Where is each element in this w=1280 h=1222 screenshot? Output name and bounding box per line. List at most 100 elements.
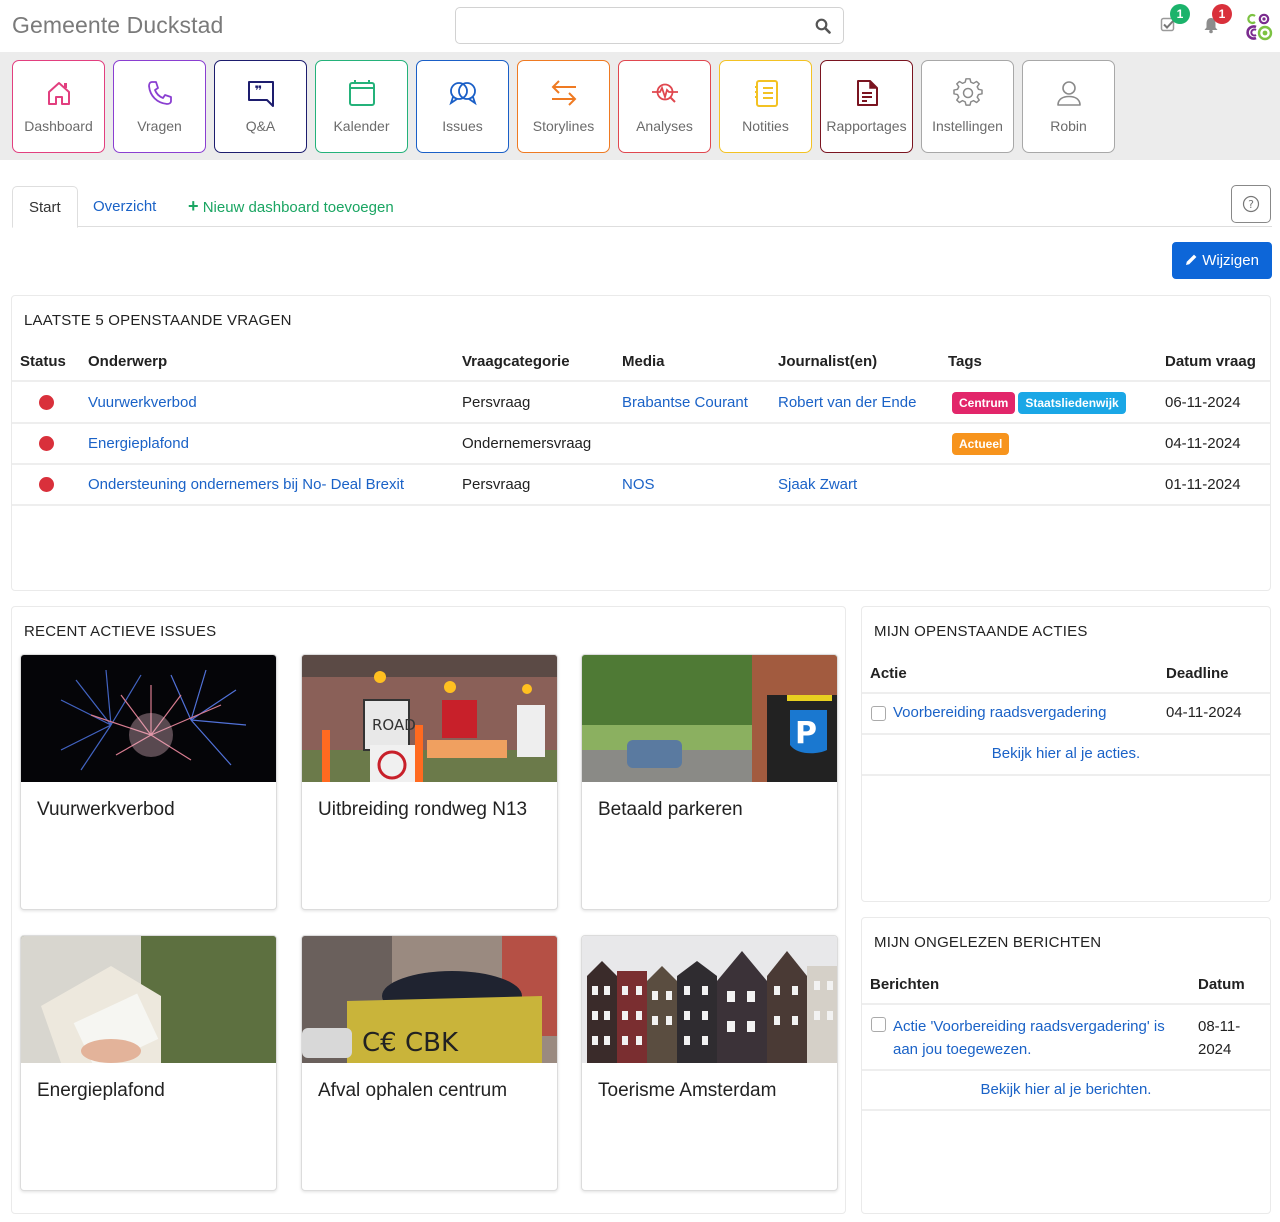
message-checkbox[interactable]: [871, 1017, 886, 1032]
message-date-line: 2024: [1198, 1041, 1232, 1058]
add-dashboard-label: Nieuw dashboard toevoegen: [202, 199, 394, 216]
message-link[interactable]: Actie 'Voorbereiding raadsvergadering' i…: [893, 1015, 1165, 1061]
notifications-badge: 1: [1212, 4, 1232, 24]
search-icon[interactable]: [815, 18, 831, 34]
table-row[interactable]: Ondersteuning ondernemers bij No- Deal B…: [12, 465, 1270, 506]
issue-card[interactable]: P Betaald parkeren: [581, 654, 838, 910]
main-navigation: Dashboard Vragen ❞ Q&A Kalender Issues S…: [0, 52, 1280, 160]
open-actions-panel: MIJN OPENSTAANDE ACTIES Actie Deadline V…: [861, 606, 1271, 902]
column-header-datum[interactable]: Datum vraag: [1165, 353, 1256, 370]
nav-kalender[interactable]: Kalender: [315, 60, 408, 153]
panel-title: MIJN ONGELEZEN BERICHTEN: [874, 934, 1102, 951]
all-messages-link[interactable]: Bekijk hier al je berichten.: [862, 1081, 1270, 1098]
table-row: Actie 'Voorbereiding raadsvergadering' i…: [862, 1005, 1270, 1071]
issue-image-road-signs: ROAD: [302, 655, 557, 782]
column-header-vraagcategorie[interactable]: Vraagcategorie: [462, 353, 570, 370]
question-category: Persvraag: [462, 476, 531, 493]
nav-label: Q&A: [245, 118, 276, 134]
question-date: 06-11-2024: [1165, 394, 1241, 411]
calendar-icon: [349, 80, 375, 106]
question-category: Persvraag: [462, 394, 531, 411]
issue-card-title: Uitbreiding rondweg N13: [318, 799, 528, 820]
journalist-link[interactable]: Sjaak Zwart: [778, 476, 857, 493]
column-header-berichten: Berichten: [870, 976, 940, 993]
nav-instellingen[interactable]: Instellingen: [921, 60, 1014, 153]
nav-label: Instellingen: [932, 118, 1003, 134]
question-subject-link[interactable]: Vuurwerkverbod: [88, 394, 197, 411]
phone-icon: [148, 81, 172, 105]
nav-rapportages[interactable]: Rapportages: [820, 60, 913, 153]
panel-title: LAATSTE 5 OPENSTAANDE VRAGEN: [24, 312, 292, 329]
table-row: Voorbereiding raadsvergadering 04-11-202…: [862, 694, 1270, 735]
tag-badge: Actueel: [952, 433, 1010, 455]
app-title: Gemeente Duckstad: [12, 12, 224, 38]
message-date: 08-11- 2024: [1198, 1015, 1240, 1061]
brand-logo-icon[interactable]: [1245, 11, 1273, 41]
column-header-status: Status: [20, 353, 66, 370]
analysis-icon: [652, 83, 678, 103]
all-actions-link[interactable]: Bekijk hier al je acties.: [862, 745, 1270, 762]
document-icon: [857, 80, 878, 106]
issue-card[interactable]: Vuurwerkverbod: [20, 654, 277, 910]
edit-button-label: Wijzigen: [1202, 252, 1259, 269]
question-date: 01-11-2024: [1165, 476, 1241, 493]
message-text-line: Actie 'Voorbereiding raadsvergadering' i…: [893, 1018, 1165, 1035]
column-header-onderwerp[interactable]: Onderwerp: [88, 353, 167, 370]
media-link[interactable]: Brabantse Courant: [622, 394, 748, 411]
svg-text:P: P: [795, 716, 817, 751]
table-row[interactable]: Vuurwerkverbod Persvraag Brabantse Coura…: [12, 383, 1270, 424]
unread-messages-panel: MIJN ONGELEZEN BERICHTEN Berichten Datum…: [861, 917, 1271, 1214]
issue-card[interactable]: Toerisme Amsterdam: [581, 935, 838, 1191]
top-bar: Gemeente Duckstad 1 1: [0, 0, 1280, 52]
action-checkbox[interactable]: [871, 706, 886, 721]
svg-text:C€ CBK: C€ CBK: [362, 1028, 459, 1058]
nav-analyses[interactable]: Analyses: [618, 60, 711, 153]
add-dashboard-tab[interactable]: + Nieuw dashboard toevoegen: [172, 186, 410, 227]
nav-notities[interactable]: Notities: [719, 60, 812, 153]
action-link[interactable]: Voorbereiding raadsvergadering: [893, 704, 1106, 721]
gear-icon: [953, 78, 983, 106]
search-box[interactable]: [455, 7, 844, 44]
journalist-link[interactable]: Robert van der Ende: [778, 394, 916, 411]
plus-icon: +: [188, 196, 199, 216]
table-row[interactable]: Energieplafond Ondernemersvraag Actueel …: [12, 424, 1270, 465]
svg-text:?: ?: [1248, 198, 1254, 211]
pencil-icon: [1186, 254, 1197, 265]
issue-card[interactable]: ROAD Uitbreiding rondweg N13: [301, 654, 558, 910]
tag-badge: Staatsliedenwijk: [1018, 392, 1126, 414]
tab-start[interactable]: Start: [12, 186, 78, 228]
issue-image-garbage-container: C€ CBK: [302, 936, 557, 1063]
issue-image-canal-houses: [582, 936, 837, 1063]
status-open-indicator: [39, 477, 54, 492]
issue-card-title: Betaald parkeren: [598, 799, 743, 820]
nav-qa[interactable]: ❞ Q&A: [214, 60, 307, 153]
nav-vragen[interactable]: Vragen: [113, 60, 206, 153]
tab-overzicht[interactable]: Overzicht: [77, 186, 172, 227]
column-header-datum: Datum: [1198, 976, 1245, 993]
dashboard-tabs: Start Overzicht + Nieuw dashboard toevoe…: [12, 186, 1272, 228]
issue-card[interactable]: Energieplafond: [20, 935, 277, 1191]
column-header-journalist[interactable]: Journalist(en): [778, 353, 877, 370]
media-link[interactable]: NOS: [622, 476, 655, 493]
nav-label: Notities: [742, 118, 789, 134]
issue-card[interactable]: C€ CBK Afval ophalen centrum: [301, 935, 558, 1191]
question-subject-link[interactable]: Ondersteuning ondernemers bij No- Deal B…: [88, 476, 404, 493]
edit-button[interactable]: Wijzigen: [1172, 242, 1272, 279]
question-subject-link[interactable]: Energieplafond: [88, 435, 189, 452]
nav-label: Dashboard: [24, 118, 93, 134]
status-open-indicator: [39, 436, 54, 451]
nav-label: Analyses: [636, 118, 693, 134]
column-header-deadline: Deadline: [1166, 665, 1229, 682]
question-date: 04-11-2024: [1165, 435, 1241, 452]
issue-card-title: Energieplafond: [37, 1080, 165, 1101]
nav-storylines[interactable]: Storylines: [517, 60, 610, 153]
column-header-actie: Actie: [870, 665, 907, 682]
column-header-media[interactable]: Media: [622, 353, 665, 370]
help-button[interactable]: ?: [1231, 185, 1271, 223]
nav-issues[interactable]: Issues: [416, 60, 509, 153]
search-input[interactable]: [464, 14, 804, 38]
nav-profile-robin[interactable]: Robin: [1022, 60, 1115, 153]
nav-label: Rapportages: [826, 118, 907, 134]
tags-cell: Actueel: [952, 433, 1012, 455]
nav-dashboard[interactable]: Dashboard: [12, 60, 105, 153]
